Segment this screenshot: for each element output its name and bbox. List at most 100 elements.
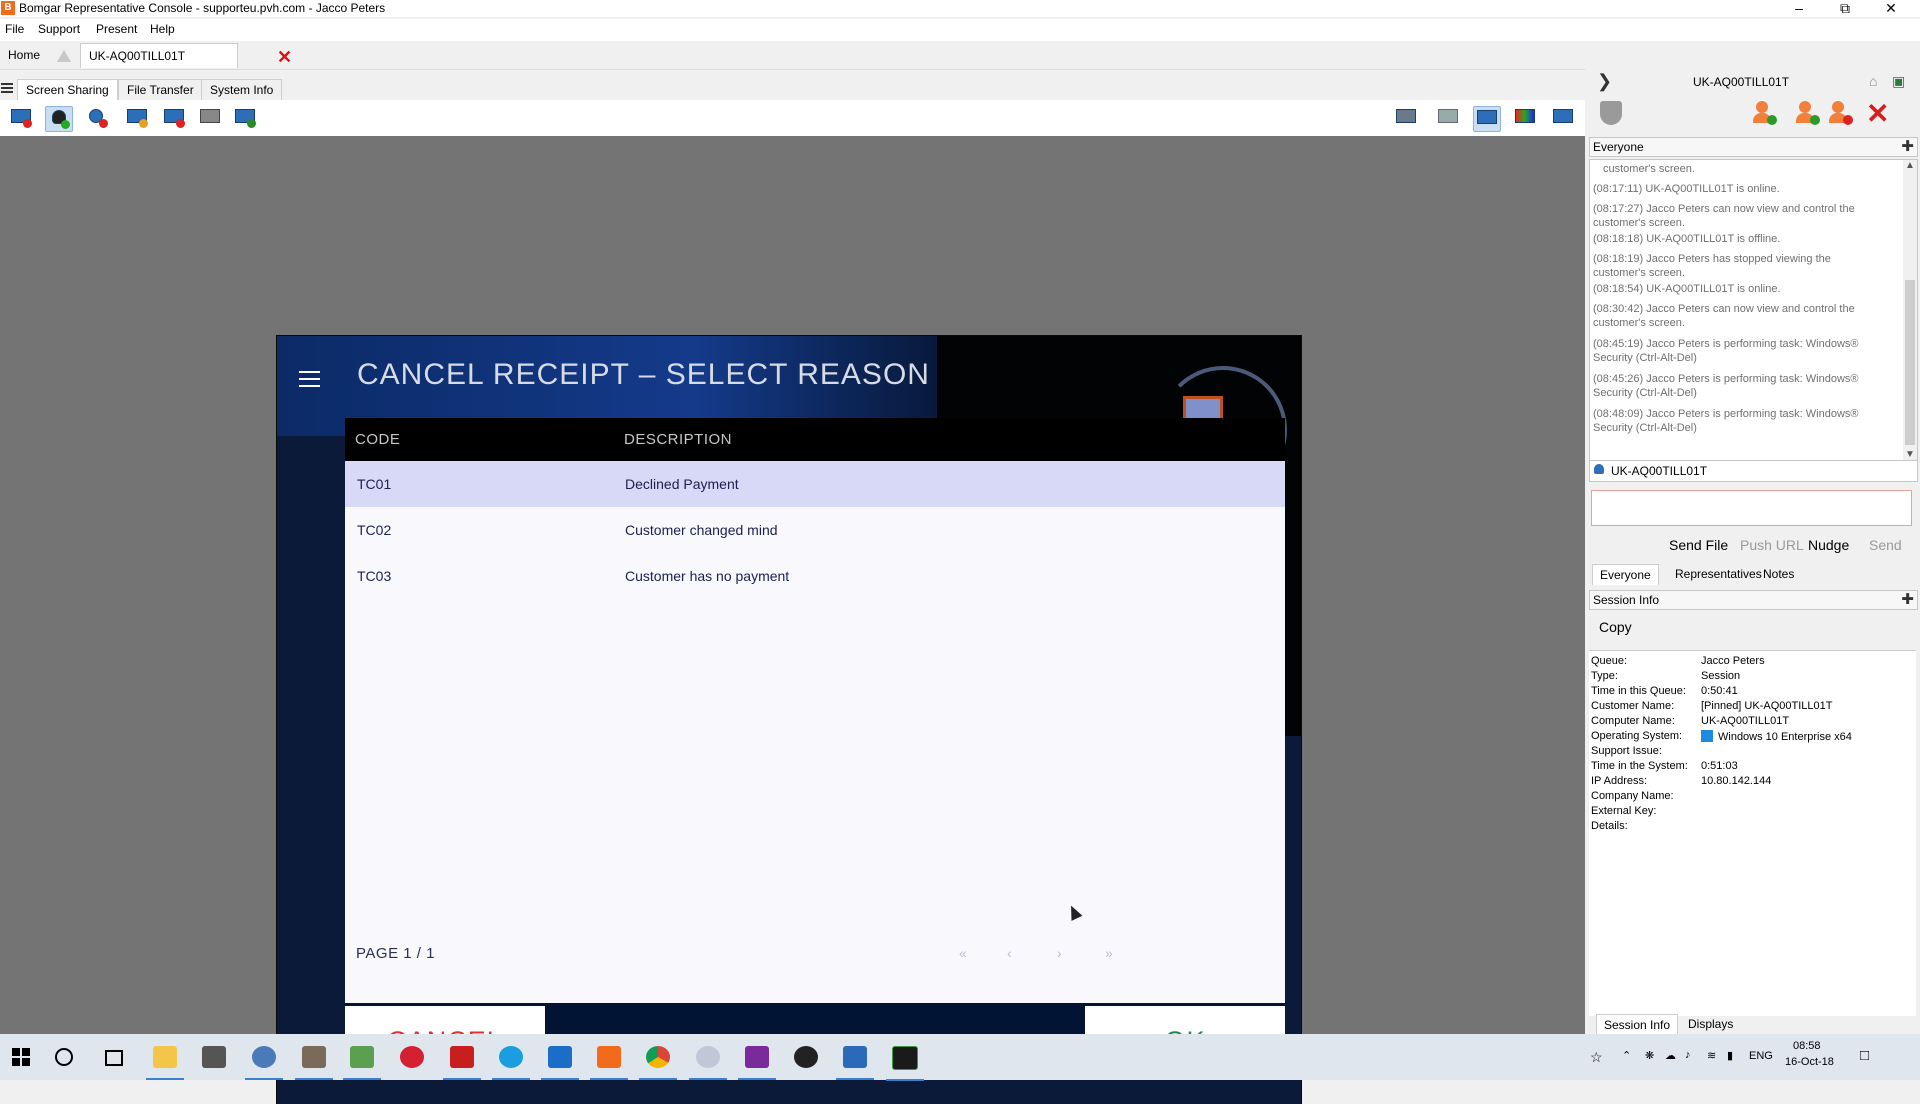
home-icon[interactable]: ⌂ [1869, 73, 1877, 89]
tab-chat-everyone[interactable]: Everyone [1592, 564, 1659, 585]
red-app-icon[interactable] [400, 1046, 424, 1068]
request-control-icon[interactable] [45, 106, 73, 132]
copy-button[interactable]: Copy [1599, 619, 1632, 635]
minimize-icon[interactable]: – [1776, 0, 1822, 17]
wifi-icon[interactable]: ≋ [1707, 1049, 1716, 1062]
chat-message: (08:45:19) Jacco Peters is performing ta… [1593, 338, 1859, 364]
user-privileges-icon[interactable] [84, 106, 110, 130]
pycharm-icon[interactable] [886, 1046, 924, 1081]
session-tab-strip: Home UK-AQ00TILL01T ✕ [0, 41, 1920, 70]
screen-recording-icon[interactable] [161, 106, 187, 130]
windows-start-icon[interactable] [12, 1048, 30, 1066]
tab-displays[interactable]: Displays [1681, 1014, 1740, 1034]
collapse-panel-icon[interactable]: ❯ [1597, 71, 1612, 92]
scroll-down-icon[interactable]: ▼ [1905, 449, 1915, 460]
first-page-button[interactable]: « [959, 945, 967, 961]
table-row[interactable]: TC03 Customer has no payment [345, 553, 1285, 599]
add-session-icon[interactable]: ▣ [1892, 73, 1905, 90]
chat-scrollbar[interactable]: ▲ ▼ [1903, 160, 1917, 460]
scroll-up-icon[interactable]: ▲ [1905, 160, 1915, 171]
row-code: TC01 [357, 476, 392, 492]
push-url-button[interactable]: Push URL [1740, 537, 1804, 553]
tab-home[interactable]: Home [0, 43, 48, 67]
chat-recipient[interactable]: UK-AQ00TILL01T [1589, 460, 1918, 482]
expand-icon[interactable]: ✚ [1901, 590, 1914, 608]
color-depth-icon[interactable] [1512, 106, 1538, 130]
show-hidden-icons-icon[interactable]: ⌃ [1622, 1049, 1631, 1062]
snipping-tool-icon[interactable] [295, 1046, 333, 1080]
user-icon [1594, 464, 1604, 474]
scale-to-fit-icon[interactable] [1473, 106, 1501, 132]
language-indicator[interactable]: ENG [1749, 1050, 1773, 1062]
table-row[interactable]: TC01 Declined Payment [345, 461, 1285, 507]
skype-icon[interactable] [492, 1046, 530, 1080]
onedrive-icon[interactable]: ☁ [1665, 1049, 1676, 1062]
shield-icon[interactable] [1600, 101, 1622, 125]
multi-monitor-icon[interactable] [1435, 106, 1461, 130]
tab-system-info[interactable]: System Info [201, 79, 283, 100]
nudge-button[interactable]: Nudge [1808, 537, 1849, 553]
chrome-icon[interactable] [639, 1046, 677, 1080]
invite-representative-icon[interactable] [1752, 101, 1778, 125]
stop-screen-sharing-icon[interactable] [8, 106, 34, 130]
notepad-app-icon[interactable] [343, 1046, 381, 1080]
browser-app-icon[interactable] [245, 1046, 283, 1080]
special-actions-icon[interactable] [232, 106, 258, 130]
remove-representative-icon[interactable] [1828, 101, 1854, 125]
tab-chat-representatives[interactable]: Representatives [1668, 564, 1769, 584]
chat-input[interactable] [1591, 490, 1912, 526]
people-icon[interactable]: ☆ [1590, 1049, 1603, 1066]
expand-icon[interactable]: ✚ [1901, 137, 1914, 155]
clock-time[interactable]: 08:58 [1793, 1040, 1821, 1052]
search-icon[interactable] [55, 1048, 73, 1066]
calculator-icon[interactable] [202, 1046, 226, 1068]
restore-icon[interactable]: ⧉ [1822, 0, 1868, 17]
menu-file[interactable]: File [5, 22, 24, 36]
chat-log[interactable]: customer's screen. (08:17:11) UK-AQ00TIL… [1589, 159, 1918, 461]
filezilla-icon[interactable] [443, 1046, 481, 1080]
close-session-icon[interactable]: ✕ [277, 45, 292, 69]
remote-screen-area[interactable]: CANCEL RECEIPT – SELECT REASON CODE DESC… [0, 136, 1585, 1104]
side-panel-header: ❯ UK-AQ00TILL01T ⌂ ▣ [1585, 69, 1920, 93]
tab-chat-notes[interactable]: Notes [1756, 564, 1801, 584]
remote-desktop-icon[interactable] [836, 1046, 874, 1080]
session-name: UK-AQ00TILL01T [1693, 75, 1790, 89]
send-file-button[interactable]: Send File [1669, 537, 1728, 553]
screenshot-icon[interactable] [1393, 106, 1419, 130]
scroll-thumb[interactable] [1905, 280, 1915, 445]
action-center-icon[interactable]: □ [1860, 1047, 1869, 1064]
remote-tool-icon[interactable] [689, 1046, 727, 1080]
tab-screen-sharing[interactable]: Screen Sharing [17, 79, 118, 100]
battery-icon[interactable]: ▮ [1727, 1049, 1733, 1062]
menu-present[interactable]: Present [96, 22, 137, 36]
close-window-icon[interactable]: ✕ [1868, 0, 1914, 17]
send-button[interactable]: Send [1869, 537, 1902, 553]
ctrl-alt-del-icon[interactable] [197, 106, 223, 130]
menu-support[interactable]: Support [38, 22, 80, 36]
chat-message: (08:18:18) UK-AQ00TILL01T is offline. [1593, 233, 1781, 245]
tab-session[interactable]: UK-AQ00TILL01T ✕ [80, 43, 292, 68]
file-explorer-icon[interactable] [146, 1046, 184, 1080]
annotations-icon[interactable] [124, 106, 150, 130]
tab-file-transfer[interactable]: File Transfer [118, 79, 203, 100]
network-tray-icon[interactable]: ❋ [1645, 1049, 1654, 1062]
last-page-button[interactable]: » [1105, 945, 1113, 961]
full-screen-icon[interactable] [1550, 106, 1576, 130]
transfer-session-icon[interactable] [1795, 101, 1821, 125]
settings-app-icon[interactable] [794, 1046, 818, 1068]
menu-help[interactable]: Help [150, 22, 175, 36]
end-session-icon[interactable]: ✕ [1866, 97, 1889, 130]
menu-icon[interactable] [299, 371, 320, 373]
next-page-button[interactable]: › [1057, 945, 1062, 961]
tab-session-info[interactable]: Session Info [1596, 1014, 1679, 1035]
outlook-icon[interactable] [541, 1046, 579, 1080]
table-row[interactable]: TC02 Customer changed mind [345, 507, 1285, 553]
bomgar-taskbar-icon[interactable] [590, 1046, 628, 1080]
volume-icon[interactable]: ♪ [1685, 1049, 1691, 1061]
hamburger-menu-icon[interactable] [1, 83, 13, 85]
task-view-icon[interactable] [105, 1050, 123, 1066]
onenote-icon[interactable] [738, 1046, 776, 1080]
clock-date[interactable]: 16-Oct-18 [1785, 1056, 1834, 1068]
chat-recipient-name: UK-AQ00TILL01T [1611, 464, 1708, 478]
previous-page-button[interactable]: ‹ [1007, 945, 1012, 961]
